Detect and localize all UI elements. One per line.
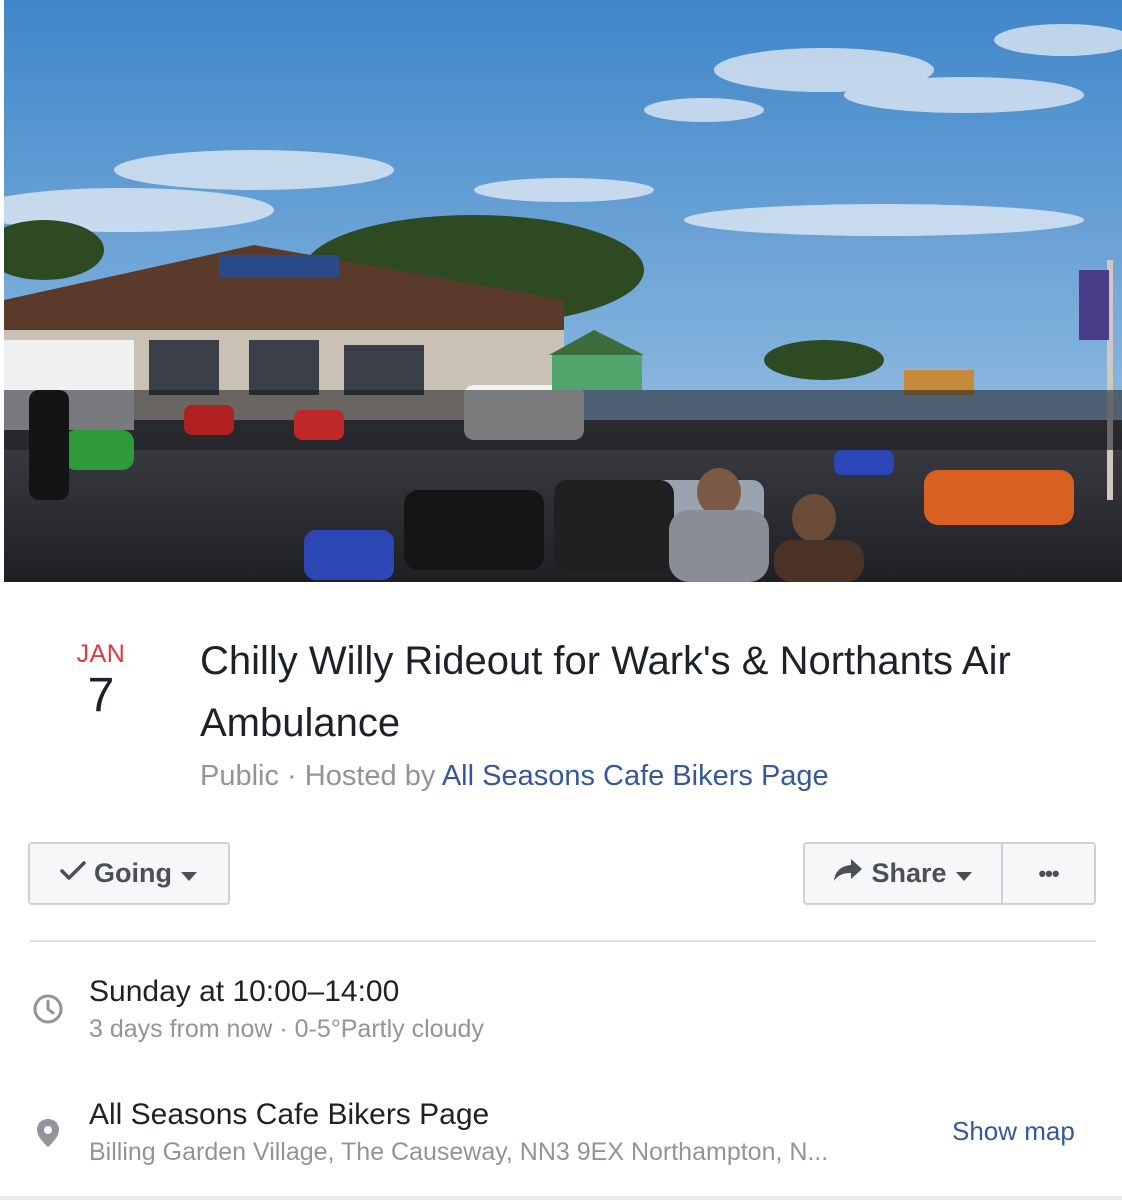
location-pin-icon xyxy=(36,1118,60,1153)
host-link[interactable]: All Seasons Cafe Bikers Page xyxy=(442,760,829,792)
check-icon xyxy=(60,858,86,889)
event-date-day: 7 xyxy=(87,669,115,722)
location-address: Billing Garden Village, The Causeway, NN… xyxy=(89,1138,829,1166)
event-cover-photo[interactable] xyxy=(4,0,1122,582)
event-date-month: JAN xyxy=(76,640,126,668)
event-privacy-host-line: Public · Hosted by All Seasons Cafe Bike… xyxy=(200,760,829,793)
more-dots-label: ••• xyxy=(1038,860,1059,886)
going-label: Going xyxy=(94,858,172,888)
share-label: Share xyxy=(871,858,947,888)
event-date-badge: JAN 7 xyxy=(60,640,142,722)
event-time-forecast: 3 days from now · 0-5°Partly cloudy xyxy=(89,1015,484,1043)
location-name[interactable]: All Seasons Cafe Bikers Page xyxy=(89,1098,489,1132)
event-title: Chilly Willy Rideout for Wark's & Northa… xyxy=(200,639,1011,745)
going-button[interactable]: Going xyxy=(28,842,230,905)
share-button[interactable]: Share xyxy=(803,842,1003,905)
event-time: Sunday at 10:00–14:00 xyxy=(89,975,400,1008)
caret-down-icon xyxy=(955,858,973,889)
more-options-button[interactable]: ••• xyxy=(1001,842,1096,905)
card-bottom-border xyxy=(0,1196,1122,1200)
share-arrow-icon xyxy=(833,858,863,889)
caret-down-icon xyxy=(180,858,198,889)
show-map-link[interactable]: Show map xyxy=(952,1116,1075,1147)
event-privacy: Public xyxy=(200,760,279,792)
hosted-by-prefix: · Hosted by xyxy=(279,760,442,792)
clock-icon xyxy=(32,993,64,1030)
section-divider xyxy=(30,940,1096,942)
